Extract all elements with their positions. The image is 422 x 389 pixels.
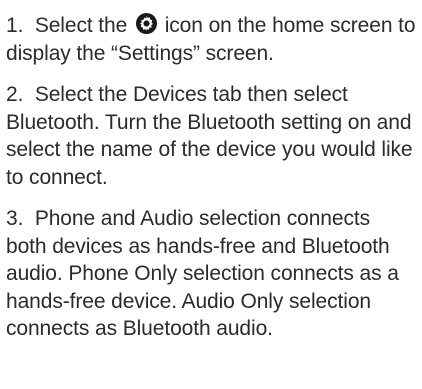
instructions-document: 1. Select the icon on the home screen to…: [0, 0, 422, 389]
step-1-number: 1.: [6, 14, 24, 37]
step-3-text: Phone and Audio selection connects both …: [6, 207, 399, 340]
step-2-text: Select the Devices tab then select Bluet…: [6, 83, 413, 189]
step-2: 2. Select the Devices tab then select Bl…: [6, 81, 416, 191]
step-1-text-before-icon: Select the: [34, 14, 128, 37]
step-2-number: 2.: [6, 83, 24, 106]
step-3: 3. Phone and Audio selection connects bo…: [6, 205, 416, 343]
step-1: 1. Select the icon on the home screen to…: [6, 12, 416, 67]
step-3-number: 3.: [6, 207, 24, 230]
settings-gear-icon: [135, 12, 158, 35]
